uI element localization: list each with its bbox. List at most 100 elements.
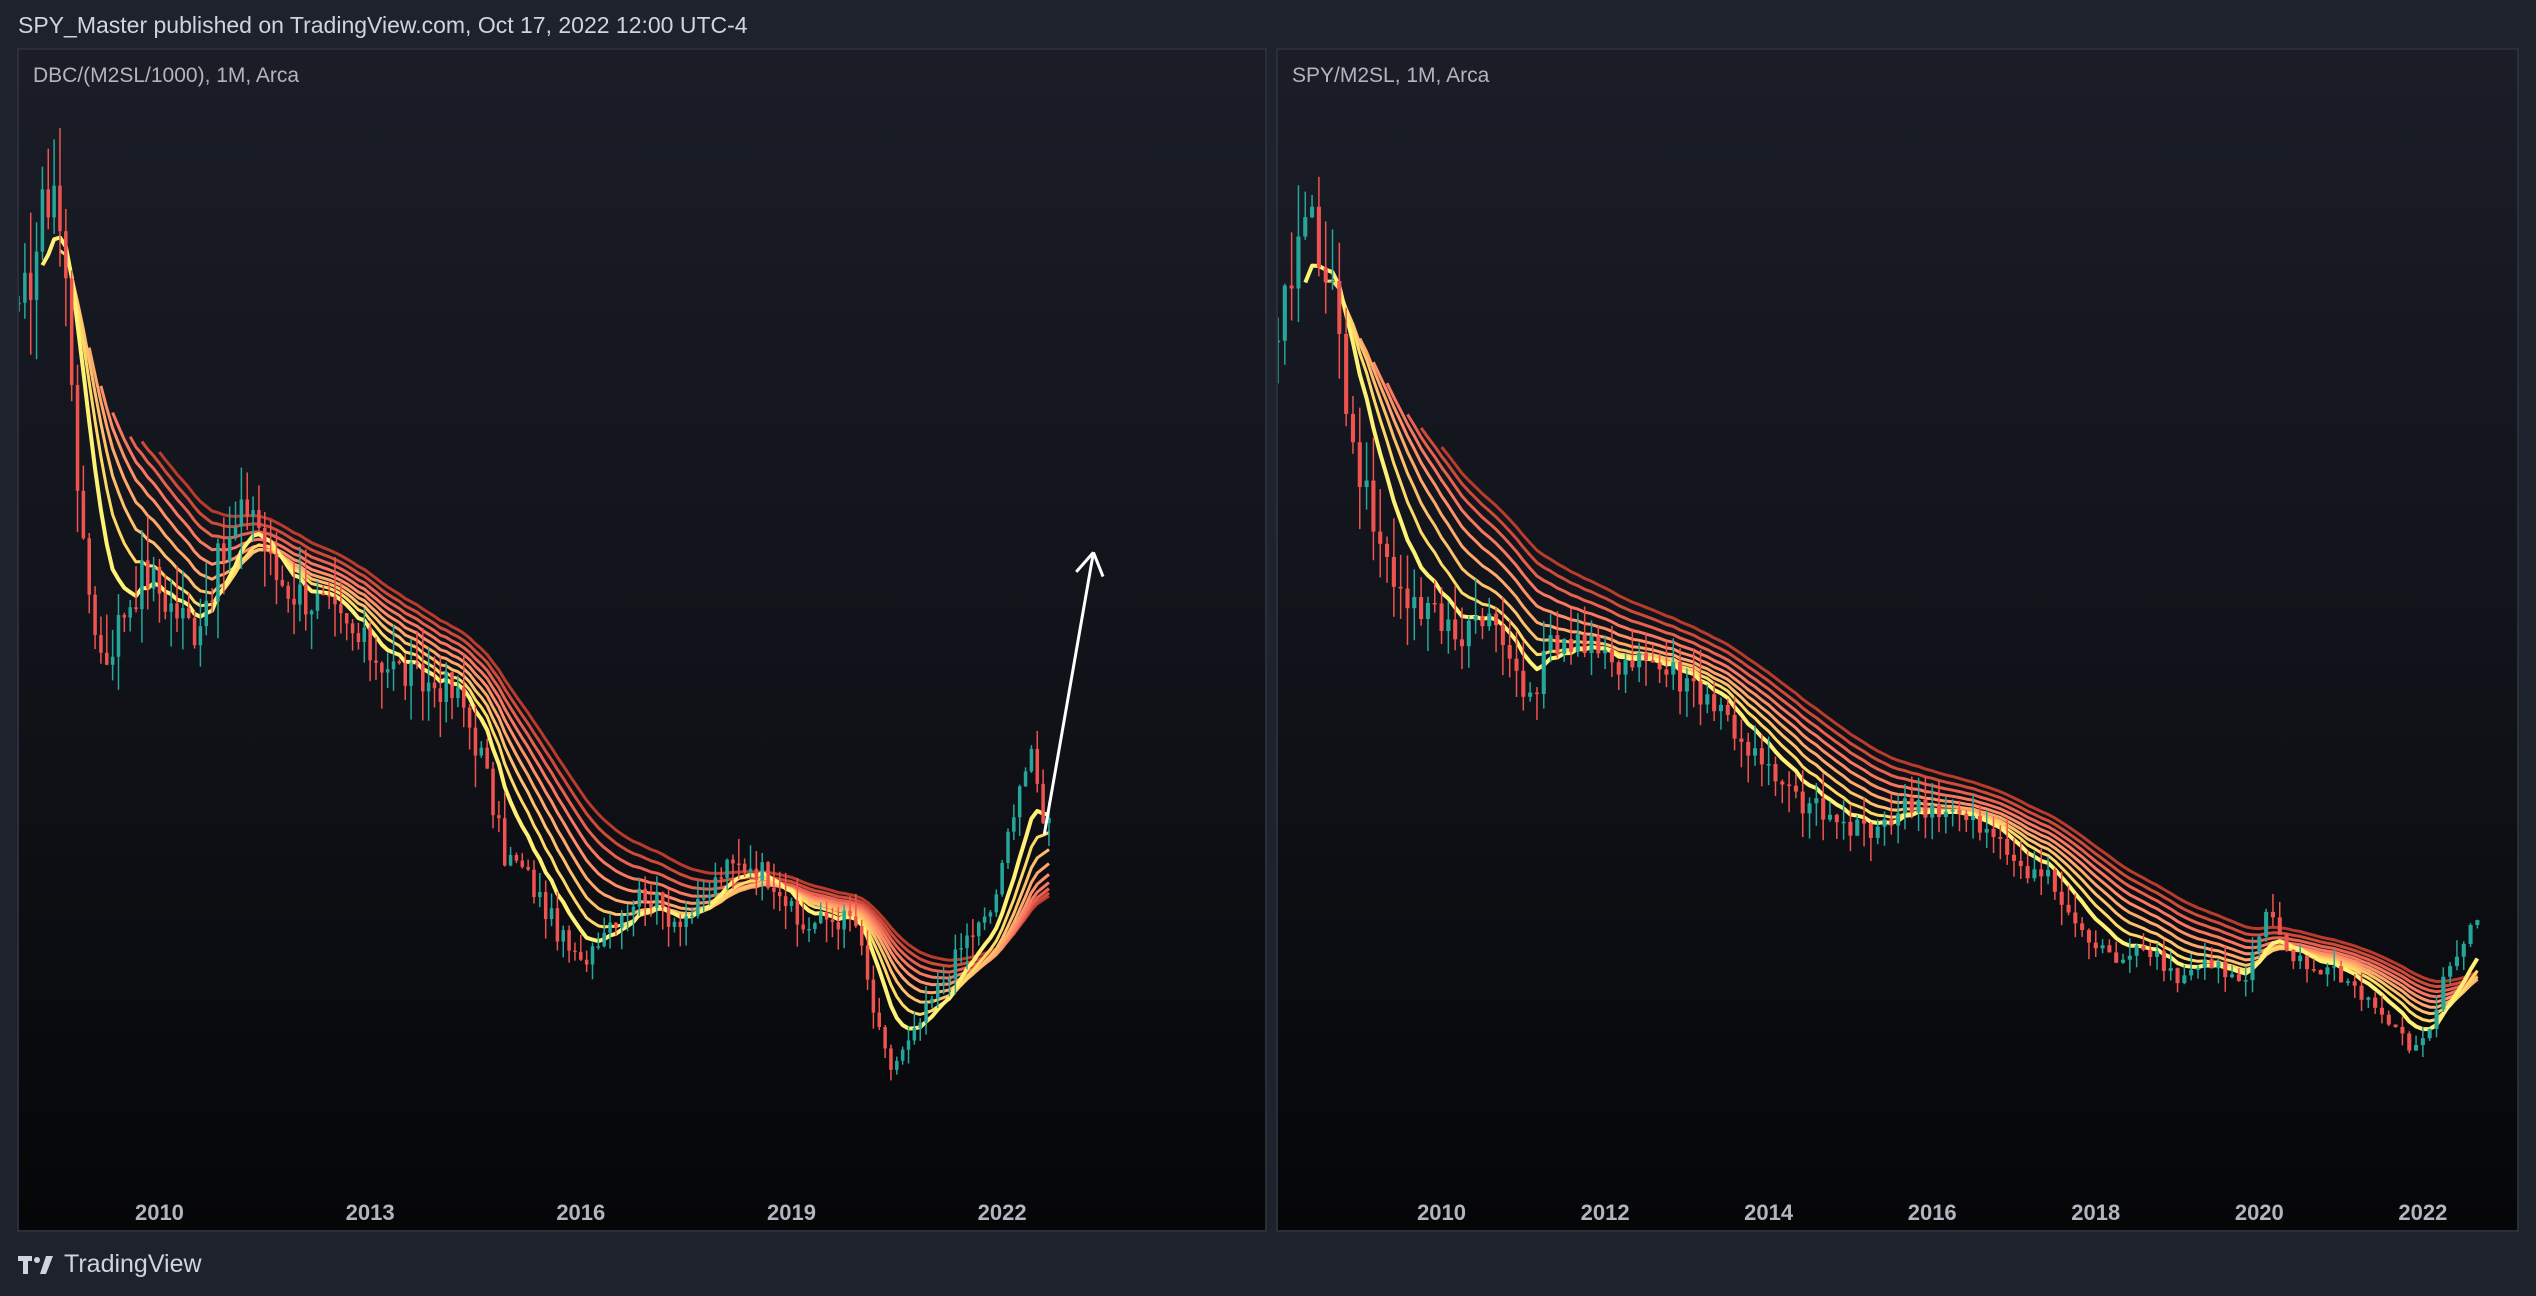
candle — [608, 913, 612, 949]
candle — [2250, 937, 2255, 993]
candle — [2386, 1010, 2391, 1027]
candle — [573, 942, 577, 961]
candle — [368, 620, 372, 682]
candle — [520, 853, 525, 869]
candle — [982, 907, 987, 931]
candle — [257, 485, 261, 532]
chart-left-svg[interactable]: 2010 2013 2016 2019 2022 — [19, 50, 1267, 1232]
candle — [1405, 555, 1410, 646]
footer-brand: TradingView — [64, 1250, 202, 1278]
candle — [1596, 626, 1601, 658]
candle — [584, 950, 589, 972]
candle — [2366, 996, 2371, 1009]
candle — [1807, 797, 1812, 839]
chart-panel-right[interactable]: SPY/M2SL, 1M, Arca 2010 2012 2014 2016 2018 2… — [1276, 48, 2519, 1232]
candle — [116, 594, 121, 690]
candle — [2073, 893, 2078, 938]
x-tick-label: 2016 — [1908, 1200, 1957, 1225]
candle — [2304, 955, 2310, 983]
candle — [918, 1018, 922, 1041]
candles — [1278, 176, 2480, 1058]
candle — [672, 917, 677, 933]
ema-line-7 — [1406, 413, 2479, 994]
candle — [2311, 958, 2316, 973]
candle — [532, 860, 536, 904]
candle — [1473, 578, 1478, 634]
x-tick-label: 2010 — [1417, 1200, 1466, 1225]
candle — [678, 914, 683, 947]
candle — [1603, 636, 1608, 670]
candle — [1862, 797, 1867, 847]
candle — [28, 212, 33, 355]
candle — [2325, 962, 2330, 987]
ema-line-6 — [1385, 382, 2479, 999]
candle — [971, 919, 975, 958]
x-tick-label: 2018 — [2071, 1200, 2120, 1225]
candle — [69, 270, 74, 402]
candle — [1378, 489, 1383, 578]
candle — [602, 917, 606, 948]
x-tick-label: 2022 — [2398, 1200, 2447, 1225]
candle — [2039, 848, 2044, 895]
candle — [1029, 745, 1034, 773]
candle — [110, 629, 115, 681]
ema-line-4 — [87, 347, 1050, 995]
arrow-annotation[interactable] — [1042, 551, 1105, 835]
candle — [75, 364, 80, 533]
candle — [1023, 767, 1028, 787]
ema-line-9 — [158, 451, 1050, 962]
candle — [263, 512, 267, 587]
candle — [2080, 917, 2085, 937]
candle — [1337, 242, 1342, 379]
candle — [2148, 941, 2153, 966]
candle — [1589, 620, 1594, 676]
candle — [2441, 967, 2446, 1012]
candle — [2086, 928, 2091, 960]
candle — [1555, 611, 1560, 659]
candle — [233, 501, 238, 541]
candle — [1350, 396, 1356, 454]
candle — [2345, 978, 2350, 986]
candle — [1316, 176, 1321, 277]
chart-right-svg[interactable]: 2010 2012 2014 2016 2018 2020 2022 — [1278, 50, 2519, 1232]
candle — [994, 889, 999, 917]
chart-panel-left[interactable]: DBC/(M2SL/1000), 1M, Arca 2010 2013 2016 20… — [17, 48, 1267, 1232]
candle — [1371, 437, 1376, 561]
x-tick-label: 2020 — [2235, 1200, 2284, 1225]
candle — [87, 533, 91, 614]
candle — [912, 1012, 917, 1045]
candle — [491, 762, 495, 829]
candle — [350, 619, 355, 651]
candle — [1289, 232, 1294, 321]
candle — [40, 166, 45, 261]
candle — [719, 867, 724, 887]
candle — [1793, 774, 1798, 799]
candle — [549, 893, 554, 927]
candle — [46, 148, 51, 230]
candle — [356, 622, 361, 650]
candle — [2277, 901, 2282, 935]
candle — [906, 1026, 911, 1064]
candle — [2100, 939, 2105, 954]
candle — [380, 661, 384, 709]
candle — [2284, 933, 2289, 952]
candle — [192, 611, 197, 649]
candle — [432, 656, 437, 708]
candle — [2011, 838, 2017, 877]
candle — [508, 846, 513, 867]
candle — [1568, 608, 1574, 665]
candle — [1541, 621, 1546, 709]
footer[interactable]: TradingView — [18, 1250, 202, 1279]
candle — [81, 465, 86, 540]
candle — [579, 934, 583, 961]
candle — [1787, 771, 1792, 813]
candle — [1705, 684, 1710, 714]
candle — [2318, 969, 2323, 975]
candle — [1487, 597, 1492, 631]
x-tick-label: 2010 — [135, 1200, 184, 1225]
candle — [1746, 732, 1751, 783]
candle — [169, 579, 173, 647]
candle — [1759, 734, 1764, 787]
candle — [1000, 859, 1004, 897]
ema-line-8 — [1419, 427, 2479, 989]
